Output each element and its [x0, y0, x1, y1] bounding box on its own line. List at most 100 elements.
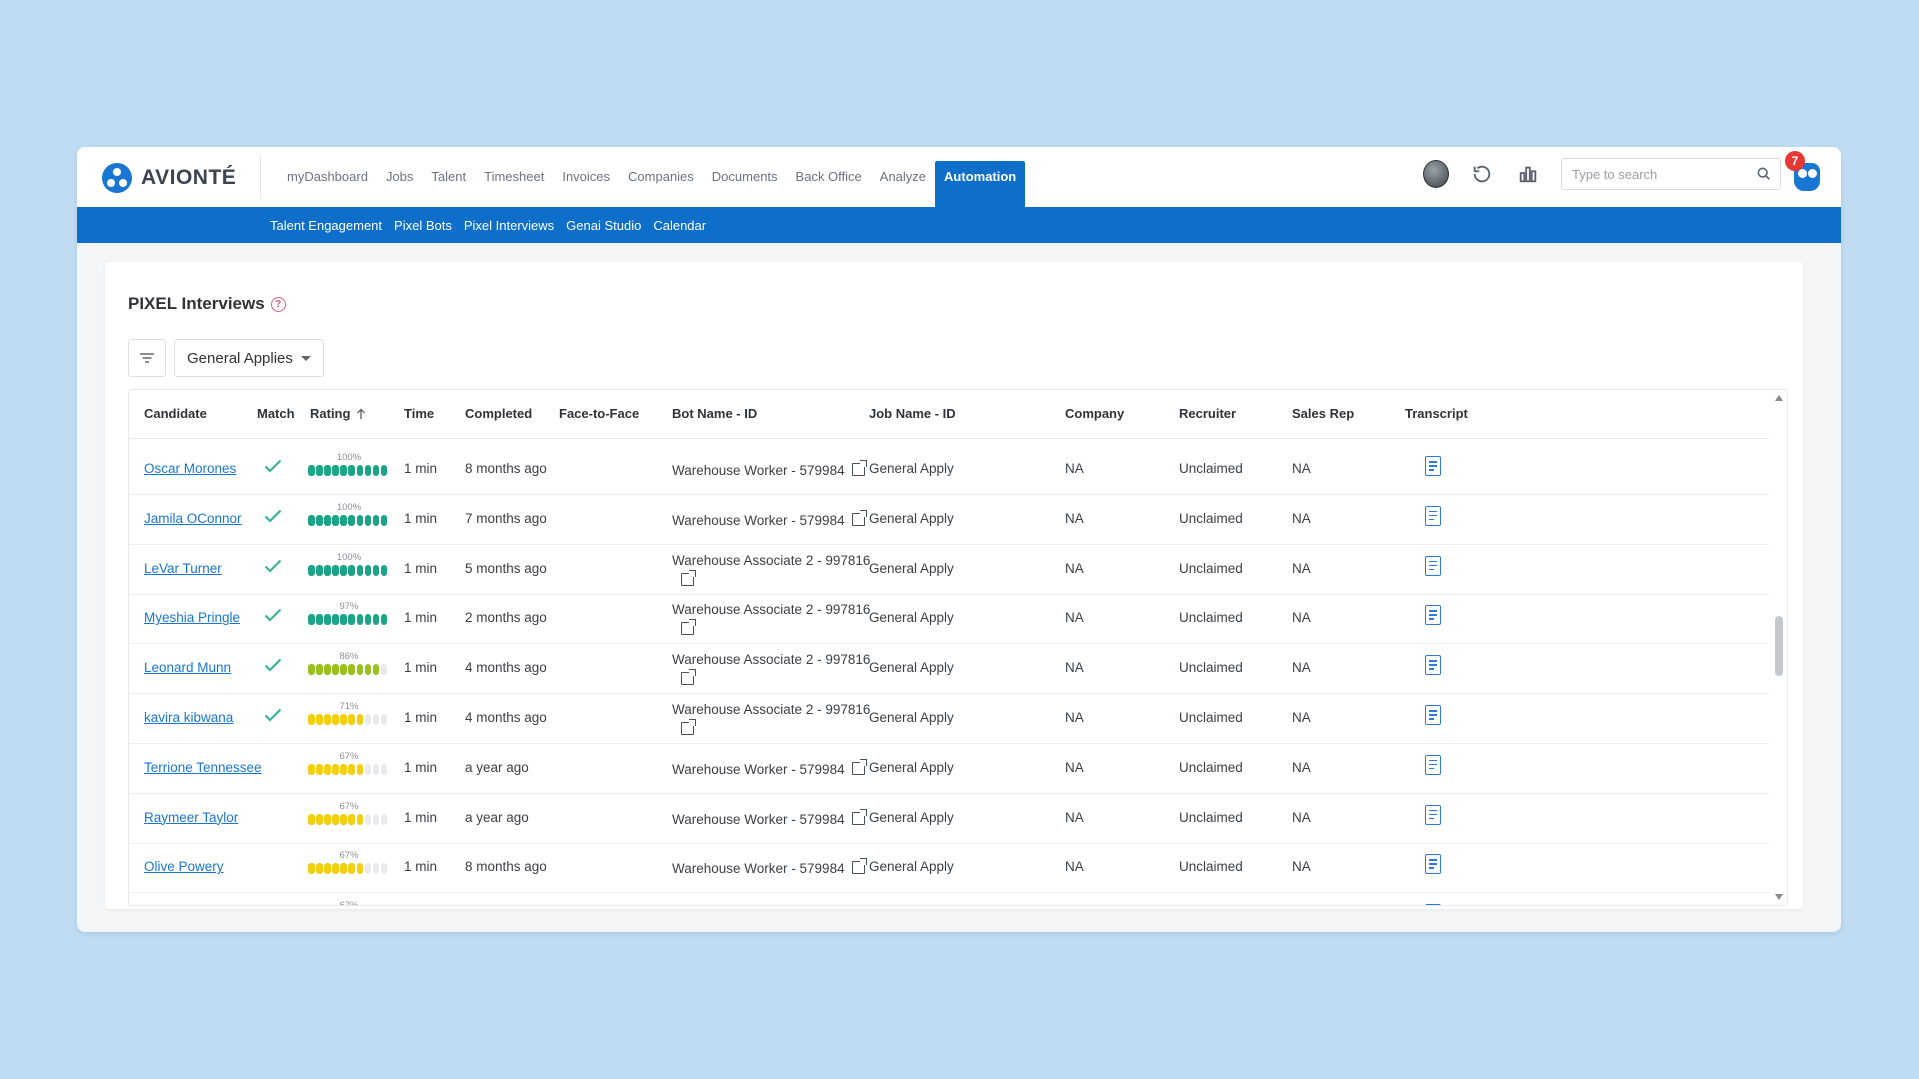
nav-item-analyze[interactable]: Analyze: [871, 161, 935, 207]
rating-segment: [308, 564, 315, 576]
rating-segment: [332, 664, 339, 676]
candidate-link[interactable]: LeVar Turner: [144, 561, 222, 576]
sales-rep-value: NA: [1292, 859, 1311, 875]
col-sales-rep[interactable]: Sales Rep: [1292, 406, 1354, 421]
rating-segment: [332, 813, 339, 825]
transcript-icon[interactable]: [1425, 904, 1441, 905]
search-icon[interactable]: [1756, 166, 1772, 182]
subnav-item-calendar[interactable]: Calendar: [653, 218, 706, 233]
col-candidate[interactable]: Candidate: [144, 406, 207, 421]
candidate-link[interactable]: Terrione Tennessee: [144, 760, 262, 775]
external-link-icon[interactable]: [681, 719, 696, 735]
rating-segment: [356, 714, 364, 725]
col-time[interactable]: Time: [404, 406, 434, 421]
rating-bar: [308, 564, 390, 576]
col-match[interactable]: Match: [257, 406, 295, 421]
rating-segment: [316, 714, 323, 725]
transcript-icon[interactable]: [1425, 655, 1441, 676]
bot-name: Warehouse Worker - 579984: [672, 460, 867, 481]
recruiter-value: Unclaimed: [1179, 660, 1243, 676]
rating-percent: 67%: [339, 900, 359, 906]
assistant-owl-icon[interactable]: 7: [1785, 151, 1821, 191]
filter-button[interactable]: [128, 339, 166, 377]
subnav-item-pixel-interviews[interactable]: Pixel Interviews: [464, 218, 554, 233]
refresh-icon[interactable]: [1469, 161, 1495, 187]
candidate-link[interactable]: Jamila OConnor: [144, 511, 242, 526]
table-row: Myeshia Pringle 97% 1 min 2 months ago Wareh…: [129, 594, 1769, 645]
col-face-to-face[interactable]: Face-to-Face: [559, 406, 639, 421]
rating-segment: [380, 564, 388, 576]
bar-chart-icon[interactable]: [1515, 161, 1541, 187]
transcript-icon[interactable]: [1425, 804, 1441, 825]
nav-item-mydashboard[interactable]: myDashboard: [278, 161, 377, 207]
rating-segment: [356, 813, 364, 825]
transcript-icon[interactable]: [1425, 555, 1441, 576]
transcript-icon[interactable]: [1425, 705, 1441, 725]
nav-item-talent[interactable]: Talent: [422, 161, 475, 207]
company-value: NA: [1065, 610, 1084, 626]
rating-segment: [372, 614, 380, 626]
rating-percent: 86%: [339, 651, 359, 663]
external-link-icon[interactable]: [851, 509, 867, 526]
nav-item-invoices[interactable]: Invoices: [553, 161, 619, 207]
nav-item-jobs[interactable]: Jobs: [377, 161, 422, 207]
col-completed[interactable]: Completed: [465, 406, 532, 421]
bot-name-text: Warehouse Worker - 579984: [672, 811, 845, 827]
scroll-thumb[interactable]: [1775, 616, 1783, 676]
view-select[interactable]: General Applies: [174, 339, 324, 377]
rating-bar: [308, 863, 390, 875]
candidate-link[interactable]: Oscar Morones: [144, 461, 236, 476]
subnav-item-genai-studio[interactable]: Genai Studio: [566, 218, 641, 233]
nav-item-back-office[interactable]: Back Office: [787, 161, 871, 207]
external-link-icon[interactable]: [681, 619, 696, 636]
col-job[interactable]: Job Name - ID: [869, 406, 956, 421]
help-icon[interactable]: ?: [270, 296, 286, 312]
external-link-icon[interactable]: [851, 758, 867, 775]
sales-rep-value: NA: [1292, 461, 1311, 476]
candidate-link[interactable]: Myeshia Pringle: [144, 610, 240, 625]
nav-item-timesheet[interactable]: Timesheet: [475, 161, 553, 207]
nav-item-automation[interactable]: Automation: [935, 161, 1026, 207]
search-input[interactable]: [1562, 165, 1756, 183]
vertical-scrollbar[interactable]: [1771, 390, 1787, 905]
rating-segment: [356, 465, 364, 476]
rating-meter: 71%: [308, 701, 390, 725]
rating-segment: [340, 714, 347, 725]
external-link-icon[interactable]: [681, 569, 696, 586]
nav-item-companies[interactable]: Companies: [619, 161, 703, 207]
job-name: General Apply: [869, 809, 954, 825]
transcript-icon[interactable]: [1425, 605, 1441, 626]
col-bot[interactable]: Bot Name - ID: [672, 406, 757, 421]
scroll-down-icon[interactable]: [1775, 894, 1783, 900]
nav-item-documents[interactable]: Documents: [703, 161, 787, 207]
candidate-link[interactable]: Olive Powery: [144, 859, 224, 874]
col-recruiter[interactable]: Recruiter: [1179, 406, 1236, 421]
scroll-up-icon[interactable]: [1775, 395, 1783, 401]
external-link-icon[interactable]: [851, 460, 867, 476]
rating-meter: 100%: [308, 552, 390, 576]
subnav-item-pixel-bots[interactable]: Pixel Bots: [394, 218, 452, 233]
transcript-icon[interactable]: [1425, 505, 1441, 526]
external-link-icon[interactable]: [851, 808, 867, 825]
rating-segment: [340, 564, 347, 576]
transcript-icon[interactable]: [1425, 854, 1441, 875]
rating-segment: [380, 863, 388, 875]
external-link-icon[interactable]: [851, 858, 867, 875]
globe-icon[interactable]: [1423, 160, 1449, 188]
col-company[interactable]: Company: [1065, 406, 1124, 421]
bot-name-text: Warehouse Worker - 579984: [672, 512, 845, 528]
rating-segment: [316, 863, 323, 875]
time-value: 1 min: [404, 710, 438, 725]
candidate-link[interactable]: kavira kibwana: [144, 710, 233, 725]
col-transcript[interactable]: Transcript: [1405, 406, 1468, 421]
subnav-item-talent-engagement[interactable]: Talent Engagement: [270, 218, 382, 233]
brand-logo[interactable]: AVIONTÉ: [102, 163, 236, 193]
job-name: General Apply: [869, 510, 954, 526]
recruiter-value: Unclaimed: [1179, 759, 1243, 775]
candidate-link[interactable]: Leonard Munn: [144, 660, 231, 675]
external-link-icon[interactable]: [681, 669, 696, 686]
transcript-icon[interactable]: [1425, 754, 1441, 775]
col-rating[interactable]: Rating: [310, 406, 367, 421]
candidate-link[interactable]: Raymeer Taylor: [144, 810, 238, 825]
transcript-icon[interactable]: [1425, 456, 1441, 476]
